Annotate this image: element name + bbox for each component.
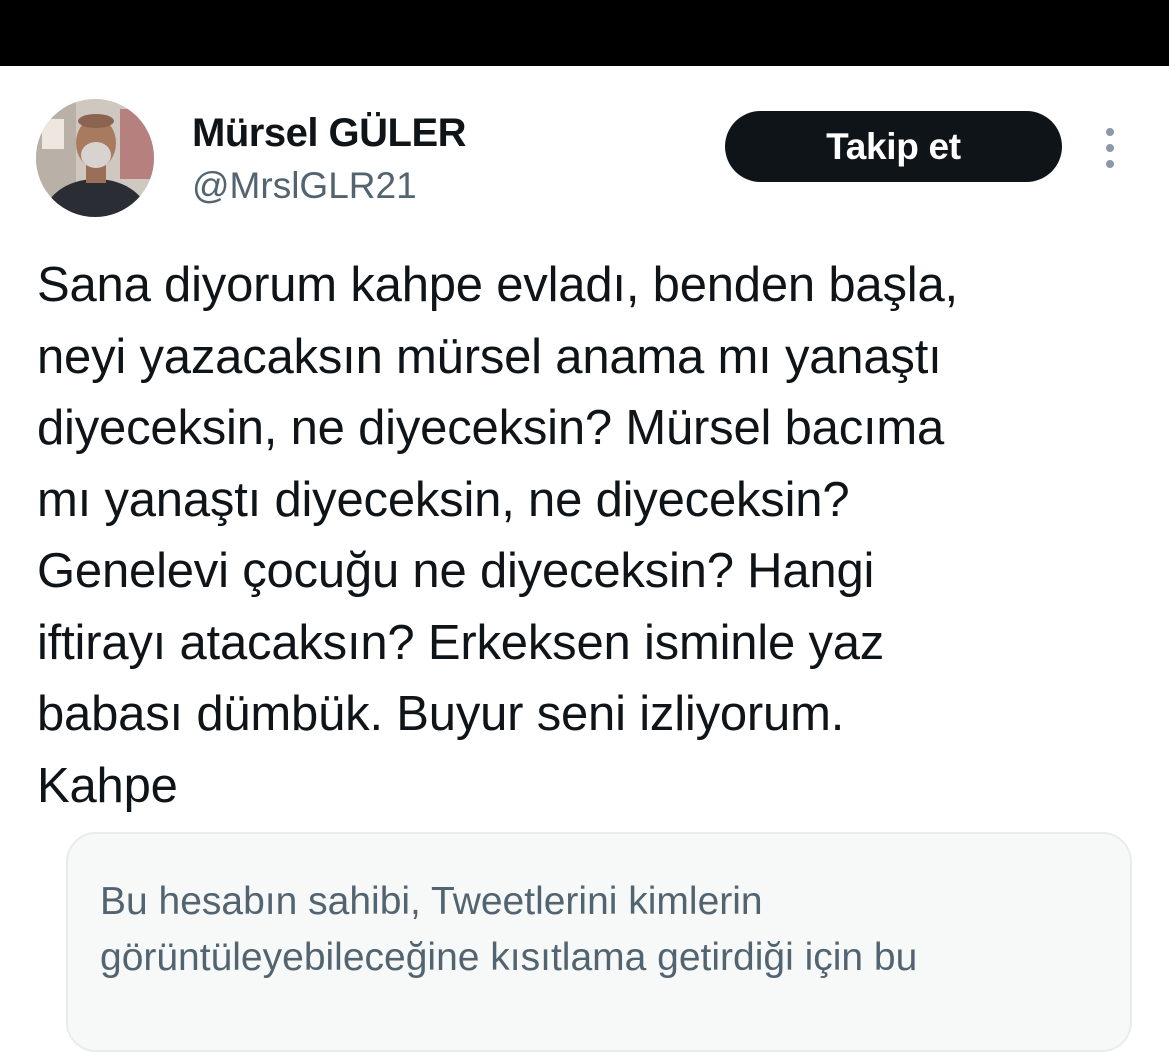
more-vertical-icon-dot [1106,160,1114,168]
author-display-name[interactable]: Mürsel GÜLER [192,110,467,156]
more-options-button[interactable] [1092,124,1128,172]
status-bar [0,0,1169,66]
more-vertical-icon-dot [1106,144,1114,152]
restricted-notice: Bu hesabın sahibi, Tweetlerini kimlerin … [66,832,1132,1052]
author-handle[interactable]: @MrslGLR21 [192,163,417,209]
more-vertical-icon [1106,128,1114,136]
profile-photo [36,99,154,217]
avatar[interactable] [36,99,154,217]
restricted-notice-text: Bu hesabın sahibi, Tweetlerini kimlerin … [100,880,918,979]
tweet-text: Sana diyorum kahpe evladı, benden başla,… [37,258,958,813]
follow-button[interactable]: Takip et [725,111,1062,182]
